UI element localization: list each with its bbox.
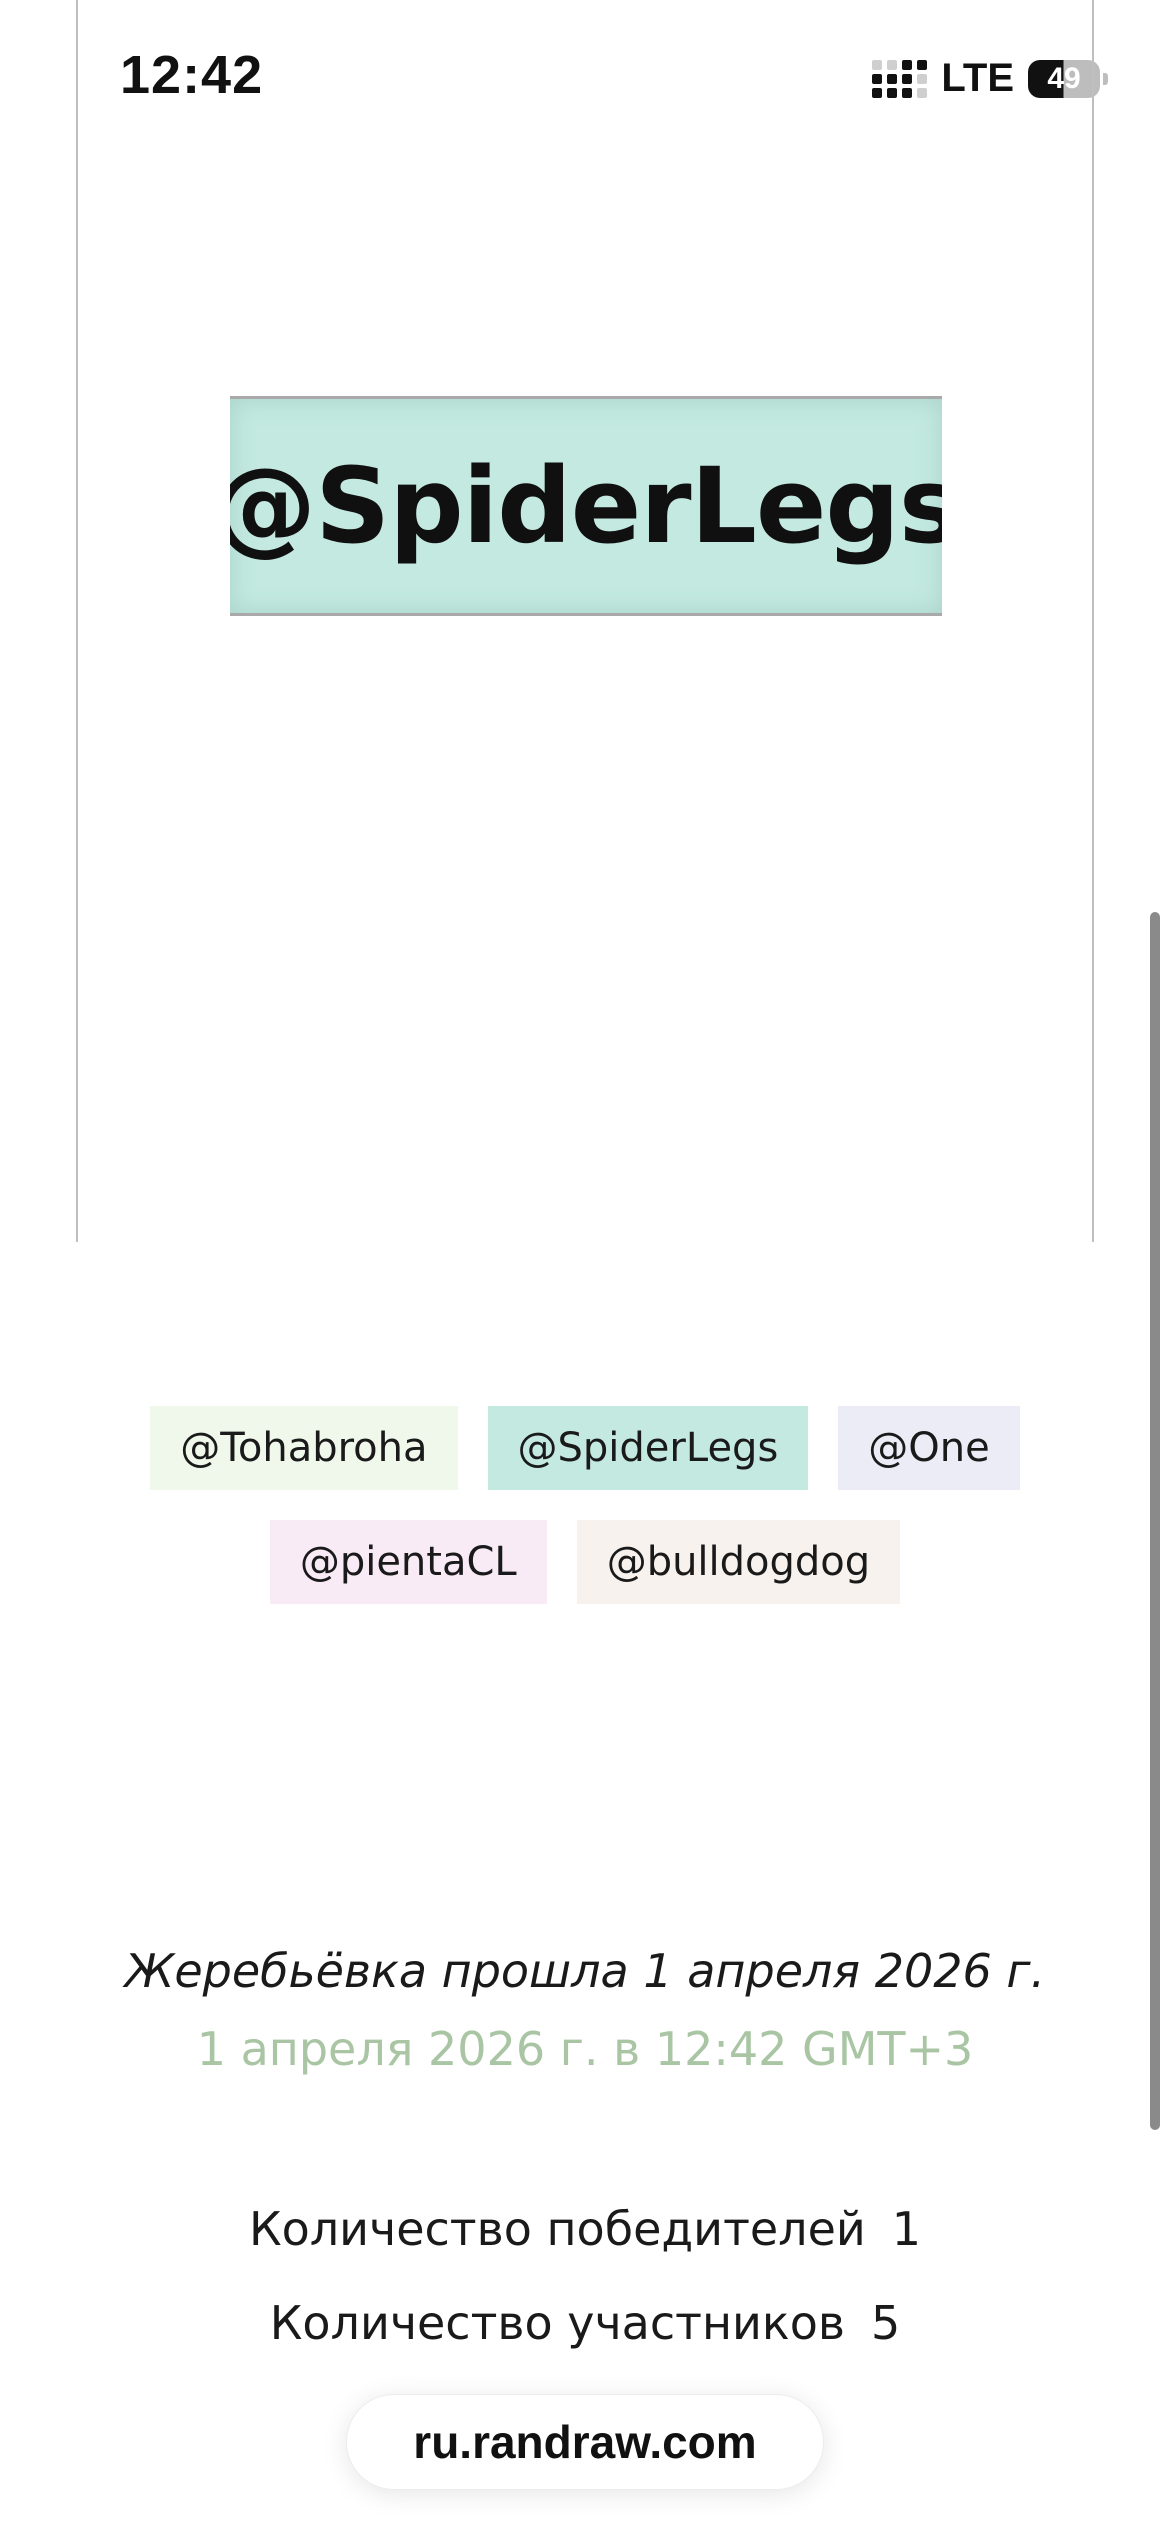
participant-name: @Tohabroha (180, 1425, 428, 1471)
winners-count-row: Количество победителей 1 (0, 2202, 1170, 2256)
participant-chip[interactable]: @bulldogdog (576, 1520, 901, 1604)
draw-date-text: Жеребьёвка прошла 1 апреля 2026 г. (124, 1944, 1046, 1998)
page-scrollbar[interactable] (1150, 912, 1160, 2130)
participant-name: @pientaCL (299, 1539, 517, 1585)
winners-count-label: Количество победителей (248, 2202, 866, 2256)
participant-chip[interactable]: @Tohabroha (150, 1406, 458, 1490)
winner-card: @SpiderLegs (230, 396, 942, 616)
participant-chip[interactable]: @pientaCL (269, 1520, 547, 1604)
participant-name: @SpiderLegs (517, 1425, 779, 1471)
browser-url-bar[interactable]: ru.randraw.com (346, 2394, 824, 2490)
participants-list: @Tohabroha @SpiderLegs @One @pientaCL @b… (110, 1406, 1060, 1604)
participant-name: @One (868, 1425, 990, 1471)
browser-url-text: ru.randraw.com (413, 2416, 757, 2468)
winner-name: @SpiderLegs (230, 445, 942, 567)
winners-count-value: 1 (891, 2202, 922, 2256)
participants-count-label: Количество участников (269, 2296, 845, 2350)
participants-count-value: 5 (870, 2296, 901, 2350)
participant-chip[interactable]: @One (838, 1406, 1020, 1490)
participant-name: @bulldogdog (606, 1539, 871, 1585)
draw-time-text: 1 апреля 2026 г. в 12:42 GMT+3 (196, 2022, 974, 2076)
participant-chip[interactable]: @SpiderLegs (487, 1406, 809, 1490)
draw-frame (76, 0, 1094, 1242)
participants-count-row: Количество участников 5 (0, 2296, 1170, 2350)
